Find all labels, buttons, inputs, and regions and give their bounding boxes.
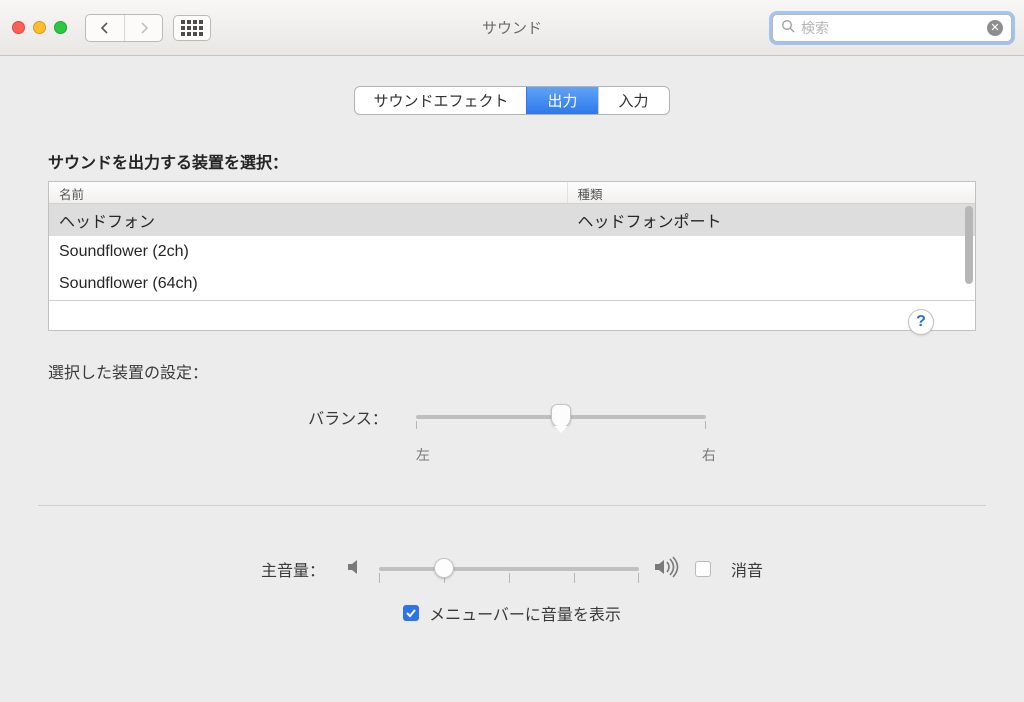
help-button[interactable]: ? [908, 309, 934, 335]
mute-checkbox[interactable] [695, 561, 711, 577]
output-panel: サウンドを出力する装置を選択： 名前 種類 ヘッドフォン ヘッドフォンポート S… [48, 149, 976, 505]
slider-track [379, 567, 639, 571]
tab-bar: サウンドエフェクト 出力 入力 [354, 86, 669, 115]
clear-search-icon[interactable]: ✕ [987, 20, 1003, 36]
device-type: ヘッドフォンポート [568, 208, 732, 232]
window-controls [12, 21, 67, 34]
balance-slider[interactable] [416, 407, 706, 427]
device-name: Soundflower (64ch) [49, 275, 568, 293]
search-input[interactable]: 検索 ✕ [772, 14, 1012, 42]
balance-label: バランス： [308, 405, 388, 429]
slider-tick [638, 573, 639, 583]
forward-button[interactable] [124, 15, 162, 41]
show-in-menubar-label: メニューバーに音量を表示 [429, 601, 621, 625]
column-name[interactable]: 名前 [49, 182, 568, 203]
scrollbar[interactable] [965, 206, 973, 320]
show-all-button[interactable] [173, 15, 211, 41]
device-table: 名前 種類 ヘッドフォン ヘッドフォンポート Soundflower (2ch)… [48, 181, 976, 331]
tab-output[interactable]: 出力 [526, 87, 597, 114]
speaker-high-icon [653, 556, 681, 581]
grid-icon [181, 20, 203, 36]
device-name: Soundflower (2ch) [49, 243, 568, 261]
slider-tick [705, 421, 706, 429]
table-body: ヘッドフォン ヘッドフォンポート Soundflower (2ch) Sound… [49, 204, 975, 330]
footer: 主音量： 消音 メニューバーに音量を表示 [48, 526, 976, 625]
close-icon[interactable] [12, 21, 25, 34]
device-settings-label: 選択した装置の設定： [48, 359, 976, 383]
device-name: ヘッドフォン [49, 208, 568, 232]
slider-tick [379, 573, 380, 583]
nav-buttons [85, 14, 163, 42]
balance-right-label: 右 [702, 445, 716, 465]
table-row[interactable]: Soundflower (64ch) [49, 268, 975, 300]
scroll-thumb[interactable] [965, 206, 973, 284]
select-device-label: サウンドを出力する装置を選択： [48, 149, 976, 173]
master-volume-label: 主音量： [261, 557, 325, 581]
tab-sound-effects[interactable]: サウンドエフェクト [355, 87, 526, 114]
table-row[interactable] [49, 300, 975, 330]
slider-tick [574, 573, 575, 583]
search-icon [781, 19, 795, 36]
slider-knob[interactable] [434, 558, 454, 578]
titlebar: サウンド 検索 ✕ [0, 0, 1024, 56]
column-type[interactable]: 種類 [568, 182, 975, 203]
show-in-menubar-checkbox[interactable] [403, 605, 419, 621]
table-row[interactable]: Soundflower (2ch) [49, 236, 975, 268]
balance-left-label: 左 [416, 445, 430, 465]
table-header: 名前 種類 [49, 182, 975, 204]
speaker-low-icon [345, 557, 365, 580]
slider-tick [416, 421, 417, 429]
minimize-icon[interactable] [33, 21, 46, 34]
table-row[interactable]: ヘッドフォン ヘッドフォンポート [49, 204, 975, 236]
slider-tick [509, 573, 510, 583]
zoom-icon[interactable] [54, 21, 67, 34]
window-title: サウンド [482, 17, 542, 38]
tab-input[interactable]: 入力 [598, 87, 669, 114]
search-placeholder: 検索 [801, 18, 987, 38]
mute-label: 消音 [731, 557, 763, 581]
master-volume-slider[interactable] [379, 559, 639, 579]
back-button[interactable] [86, 15, 124, 41]
content: サウンドエフェクト 出力 入力 サウンドを出力する装置を選択： 名前 種類 ヘッ… [0, 56, 1024, 625]
slider-knob[interactable] [551, 404, 571, 428]
